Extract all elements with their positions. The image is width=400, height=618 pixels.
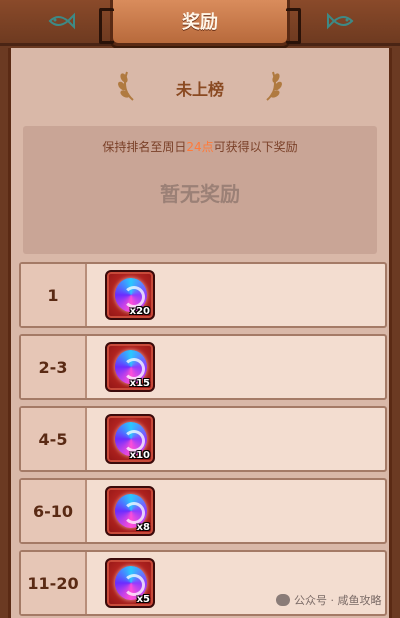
item-quantity: x20 (129, 306, 150, 317)
item-quantity: x15 (129, 378, 150, 389)
rank-label: 4-5 (21, 408, 87, 470)
rank-label: 11-20 (21, 552, 87, 614)
item-quantity: x8 (136, 522, 150, 533)
reward-row: 1 x20 (19, 262, 387, 328)
fish-icon (48, 12, 75, 30)
reward-item[interactable]: x20 (105, 270, 155, 320)
condition-suffix: 可获得以下奖励 (213, 140, 298, 154)
watermark-text: 公众号 · 咸鱼攻略 (294, 594, 382, 607)
watermark: 公众号 · 咸鱼攻略 (276, 592, 382, 608)
title-plate: 奖励 (99, 0, 301, 46)
page-title: 奖励 (182, 12, 218, 33)
top-bar: 奖励 (0, 0, 400, 46)
item-quantity: x5 (136, 594, 150, 605)
laurel-icon (266, 71, 282, 101)
rank-status: 未上榜 (11, 66, 389, 106)
reward-row: 2-3 x15 (19, 334, 387, 400)
no-reward-text: 暂无奖励 (160, 182, 240, 206)
fish-icon (327, 12, 354, 30)
reward-item[interactable]: x10 (105, 414, 155, 464)
rank-label: 2-3 (21, 336, 87, 398)
rank-label: 6-10 (21, 480, 87, 542)
status-label: 未上榜 (175, 80, 224, 99)
reward-row: 4-5 x10 (19, 406, 387, 472)
wechat-icon (276, 594, 290, 606)
info-box: 保持排名至周日24点可获得以下奖励 暂无奖励 (23, 126, 377, 254)
reward-panel: 未上榜 保持排名至周日24点可获得以下奖励 暂无奖励 1 x20 2-3 x15 (8, 48, 392, 618)
rank-label: 1 (21, 264, 87, 326)
item-quantity: x10 (129, 450, 150, 461)
reward-list: 1 x20 2-3 x15 4-5 x10 6-10 x8 11-20 x5 (19, 262, 387, 618)
reward-item[interactable]: x5 (105, 558, 155, 608)
condition-prefix: 保持排名至周日 (102, 140, 187, 154)
reward-condition: 保持排名至周日24点可获得以下奖励 (23, 138, 377, 155)
reward-row: 6-10 x8 (19, 478, 387, 544)
condition-highlight: 24点 (186, 140, 214, 154)
reward-item[interactable]: x15 (105, 342, 155, 392)
reward-item[interactable]: x8 (105, 486, 155, 536)
